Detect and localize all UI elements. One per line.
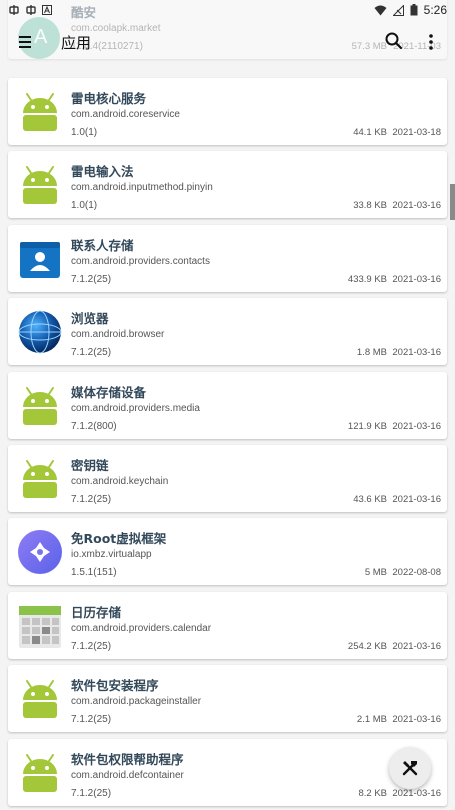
app-name: 媒体存储设备 — [71, 385, 147, 400]
app-name: 雷电输入法 — [71, 164, 134, 179]
app-size: 121.9 KB — [347, 421, 387, 432]
system-icons: 5:26 — [374, 3, 447, 17]
list-item[interactable]: 免Root虚拟框架 io.xmbz.virtualapp 1.5.1(151) … — [8, 518, 447, 585]
app-name: 日历存储 — [71, 605, 122, 620]
app-package: com.android.coreservice — [71, 109, 180, 120]
app-bar: A 应用 — [0, 17, 455, 66]
app-version: 7.1.2(25) — [71, 347, 112, 358]
app-version: 1.5.1(151) — [71, 567, 117, 578]
app-date: 2021-03-16 — [392, 714, 441, 725]
app-size: 8.2 KB — [358, 788, 387, 799]
app-version: 7.1.2(25) — [71, 788, 112, 799]
app-package: com.android.providers.media — [71, 403, 200, 414]
globe-icon — [18, 310, 62, 354]
list-item[interactable]: 浏览器 com.android.browser 7.1.2(25) 1.8 MB… — [8, 298, 447, 365]
android-icon — [23, 93, 57, 131]
android-icon — [23, 680, 57, 718]
app-package: io.xmbz.virtualapp — [71, 549, 152, 560]
no-signal-icon — [392, 4, 404, 16]
app-version: 7.1.2(25) — [71, 714, 112, 725]
app-size: 433.9 KB — [347, 274, 387, 285]
app-size: 5 MB — [364, 567, 387, 578]
search-icon[interactable] — [384, 31, 404, 51]
app-date: 2021-03-16 — [392, 641, 441, 652]
status-bar: 5:26 — [0, 0, 455, 20]
list-item[interactable]: 软件包安装程序 com.android.packageinstaller 7.1… — [8, 665, 447, 732]
more-options-icon[interactable] — [424, 32, 438, 52]
app-name: 软件包安装程序 — [71, 678, 159, 693]
app-date: 2021-03-16 — [392, 347, 441, 358]
list-item[interactable]: 联系人存储 com.android.providers.contacts 7.1… — [8, 225, 447, 292]
notification-icons — [8, 4, 52, 16]
virtualapp-icon — [18, 530, 62, 574]
app-package: com.android.providers.contacts — [71, 256, 210, 267]
app-date: 2022-08-08 — [392, 567, 441, 578]
app-name: 免Root虚拟框架 — [71, 531, 167, 546]
android-icon — [23, 387, 57, 425]
notification-icon — [26, 5, 36, 15]
app-name: 雷电核心服务 — [71, 91, 147, 106]
app-size: 2.1 MB — [356, 714, 387, 725]
app-version: 7.1.2(800) — [71, 421, 117, 432]
app-size: 254.2 KB — [347, 641, 387, 652]
app-package: com.android.keychain — [71, 476, 169, 487]
app-package: com.android.browser — [71, 329, 165, 340]
notification-icon — [42, 5, 52, 15]
list-item[interactable]: 雷电核心服务 com.android.coreservice 1.0(1) 44… — [8, 78, 447, 145]
app-version: 1.0(1) — [71, 127, 98, 138]
tools-fab-button[interactable] — [389, 747, 431, 789]
app-version: 7.1.2(25) — [71, 641, 112, 652]
android-icon — [23, 460, 57, 498]
list-item[interactable]: 日历存储 com.android.providers.calendar 7.1.… — [8, 592, 447, 659]
page-title: 应用 — [61, 34, 92, 52]
app-size: 43.6 KB — [353, 494, 387, 505]
app-package: com.android.inputmethod.pinyin — [71, 182, 213, 193]
list-item[interactable]: 雷电输入法 com.android.inputmethod.pinyin 1.0… — [8, 151, 447, 218]
app-date: 2021-03-16 — [392, 494, 441, 505]
app-version: 1.0(1) — [71, 200, 98, 211]
calendar-icon — [19, 606, 61, 648]
app-date: 2021-03-16 — [392, 788, 441, 799]
android-icon — [23, 754, 57, 792]
app-package: com.android.providers.calendar — [71, 623, 212, 634]
app-size: 33.8 KB — [353, 200, 387, 211]
tools-icon — [402, 761, 418, 776]
menu-icon[interactable] — [18, 34, 36, 50]
app-date: 2021-03-16 — [392, 274, 441, 285]
list-item[interactable]: 软件包权限帮助程序 com.android.defcontainer 7.1.2… — [8, 739, 447, 806]
contacts-icon — [20, 242, 60, 278]
app-date: 2021-03-16 — [392, 200, 441, 211]
app-date: 2021-03-18 — [392, 127, 441, 138]
app-version: 7.1.2(25) — [71, 274, 112, 285]
wifi-icon — [374, 5, 387, 15]
android-icon — [23, 166, 57, 204]
app-name: 联系人存储 — [71, 238, 134, 253]
list-item[interactable]: 密钥链 com.android.keychain 7.1.2(25) 43.6 … — [8, 445, 447, 512]
app-name: 软件包权限帮助程序 — [71, 752, 184, 767]
app-version: 7.1.2(25) — [71, 494, 112, 505]
app-package: com.android.packageinstaller — [71, 696, 202, 707]
scrollbar-thumb[interactable] — [450, 184, 455, 220]
app-name: 密钥链 — [71, 458, 109, 473]
list-item[interactable]: 媒体存储设备 com.android.providers.media 7.1.2… — [8, 372, 447, 439]
app-date: 2021-03-16 — [392, 421, 441, 432]
app-size: 1.8 MB — [356, 347, 387, 358]
app-package: com.android.defcontainer — [71, 770, 184, 781]
clock: 5:26 — [423, 3, 447, 17]
app-name: 浏览器 — [71, 311, 109, 326]
notification-icon — [9, 5, 19, 15]
battery-icon — [410, 4, 418, 16]
app-size: 44.1 KB — [353, 127, 387, 138]
